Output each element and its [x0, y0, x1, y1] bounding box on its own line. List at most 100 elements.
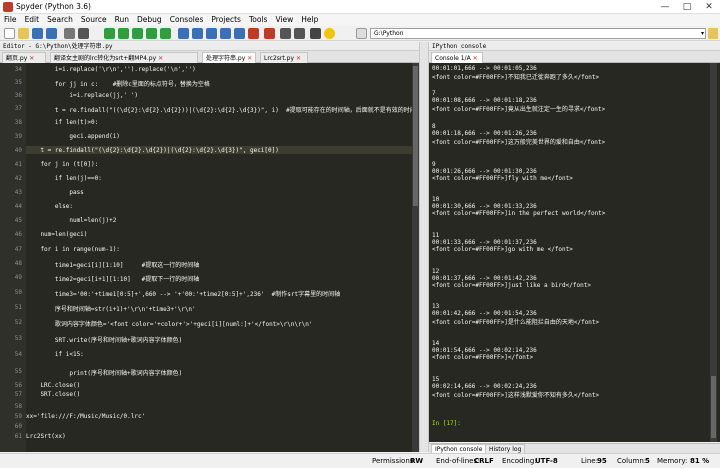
list-icon[interactable] — [78, 28, 89, 39]
line-number: 60 — [14, 423, 22, 430]
code-line: i=i.replace(jj,' ') — [26, 92, 138, 99]
console-tab[interactable]: Console 1/A ✕ — [431, 52, 483, 63]
console-line: <font color=#FF00FF>]不知我已迁徙奔跑了多久</font> — [432, 74, 600, 81]
menu-view[interactable]: View — [271, 14, 297, 26]
close-tab-icon[interactable]: ✕ — [29, 55, 34, 62]
console-prompt[interactable]: In [17]: — [432, 420, 465, 427]
menu-file[interactable]: File — [0, 14, 21, 26]
line-number: 36 — [14, 92, 22, 99]
line-number: 61 — [14, 433, 22, 440]
menu-run[interactable]: Run — [111, 14, 133, 26]
pane-splitter[interactable] — [419, 42, 429, 452]
close-button[interactable]: ✕ — [698, 0, 720, 14]
save-icon[interactable] — [32, 28, 43, 39]
line-number: 53 — [14, 335, 22, 342]
console-line: <font color=#FF00FF>]竟从出生就注定一生的寻求</font> — [432, 106, 606, 113]
tools-icon[interactable] — [310, 28, 321, 39]
run-selection-icon[interactable] — [160, 28, 171, 39]
console-index: 10 — [432, 196, 440, 203]
console-time: 00:01:26,666 --> 00:01:30,236 — [432, 168, 537, 175]
code-line: time2=geci[i+1][1:10] #提取下一行的时间轴 — [26, 276, 200, 283]
browse-folder-icon[interactable] — [708, 28, 718, 39]
console-index: 14 — [432, 340, 440, 347]
working-directory-value: G:\Python — [374, 30, 404, 37]
editor-tab-label: 翻译女主剧的lrc转化为srt+翻MP4.py — [54, 55, 157, 62]
close-tab-icon[interactable]: ✕ — [473, 55, 478, 62]
scrollbar-thumb[interactable] — [413, 66, 418, 206]
code-line: num=len(geci) — [26, 231, 88, 238]
line-number: 56 — [14, 382, 22, 389]
python-icon[interactable] — [324, 28, 335, 39]
console-scrollbar[interactable] — [710, 63, 717, 442]
line-number: 48 — [14, 260, 22, 267]
menu-bar: File Edit Search Source Run Debug Consoles Proj… — [0, 14, 720, 26]
run-cell-advance-icon[interactable] — [146, 28, 157, 39]
editor-scrollbar[interactable] — [412, 63, 419, 452]
chevron-down-icon[interactable]: ▾ — [701, 29, 704, 38]
line-number: 52 — [14, 319, 22, 326]
open-file-icon[interactable] — [18, 28, 29, 39]
menu-debug[interactable]: Debug — [133, 14, 166, 26]
run-cell-icon[interactable] — [132, 28, 143, 39]
console-index: 11 — [432, 232, 440, 239]
minimize-button[interactable]: — — [654, 0, 676, 14]
save-all-icon[interactable] — [46, 28, 57, 39]
editor-tab[interactable]: 翻译女主剧的lrc转化为srt+翻MP4.py ✕ — [50, 52, 198, 63]
column-label: Column: — [617, 457, 647, 465]
line-number: 44 — [14, 203, 22, 210]
editor-tab-active[interactable]: 处理字符串.py ✕ — [202, 52, 256, 63]
editor-pane-header: Editor - G:\Python\处理字符串.py — [0, 42, 419, 51]
continue-icon[interactable] — [234, 28, 245, 39]
menu-consoles[interactable]: Consoles — [166, 14, 208, 26]
line-number: 41 — [14, 161, 22, 168]
console-line: <font color=#FF00FF>]go with me </font> — [432, 246, 573, 253]
editor-tab-label: 处理字符串.py — [206, 55, 246, 62]
spyder-app-icon — [3, 2, 13, 12]
console-pane-header: IPython console — [429, 42, 720, 51]
console-line: <font color=#FF00FF>]fly with me</font> — [432, 175, 573, 182]
console-time: 00:01:01,666 --> 00:01:05,236 — [432, 65, 537, 72]
step-icon[interactable] — [192, 28, 203, 39]
console-tab-label: Console 1/A — [435, 55, 471, 62]
code-line: for jj in c: #删除c里面的标点符号，替换为空格 — [26, 81, 210, 88]
stop-icon[interactable] — [264, 28, 275, 39]
step-return-icon[interactable] — [220, 28, 231, 39]
code-editor[interactable]: 34 i=i.replace('\r\n','').replace('\n','… — [0, 63, 419, 452]
code-line: 歌词内容字体颜色='<font color='+color+'>'+geci[i… — [26, 321, 313, 328]
close-tab-icon[interactable]: ✕ — [247, 55, 252, 62]
menu-tools[interactable]: Tools — [245, 14, 271, 26]
editor-tab-label: 翻页.py — [6, 55, 28, 62]
line-number: 42 — [14, 175, 22, 182]
scrollbar-thumb[interactable] — [711, 376, 716, 438]
new-file-icon[interactable] — [4, 28, 15, 39]
maximize-button[interactable]: □ — [676, 0, 698, 14]
editor-tab[interactable]: Lrc2srt.py ✕ — [260, 52, 308, 63]
console-index: 15 — [432, 376, 440, 383]
console-output[interactable]: 00:01:01,666 --> 00:01:05,236 <font colo… — [429, 63, 720, 442]
menu-edit[interactable]: Edit — [21, 14, 44, 26]
editor-tab[interactable]: 翻页.py ✕ — [2, 52, 46, 63]
code-line: t = re.findall("((\d{2}:\d{2}.\d{2}))|(\… — [26, 107, 416, 114]
code-line: numl=len(j)+2 — [26, 217, 117, 224]
menu-help[interactable]: Help — [297, 14, 322, 26]
close-tab-icon[interactable]: ✕ — [158, 55, 163, 62]
working-directory-input[interactable]: G:\Python ▾ — [370, 28, 706, 39]
debug-icon[interactable] — [178, 28, 189, 39]
menu-source[interactable]: Source — [77, 14, 111, 26]
fullscreen-icon[interactable] — [280, 28, 291, 39]
code-line: time3='00:'+time1[0:5]+',660 --> '+'00:'… — [26, 291, 341, 298]
console-index: 13 — [432, 303, 440, 310]
run-icon[interactable] — [104, 28, 115, 39]
maximize-pane-icon[interactable] — [294, 28, 305, 39]
title-bar: Spyder (Python 3.6) — □ ✕ — [0, 0, 720, 14]
menu-projects[interactable]: Projects — [207, 14, 245, 26]
at-icon[interactable] — [64, 28, 75, 39]
memory-label: Memory: — [657, 457, 688, 465]
menu-search[interactable]: Search — [43, 14, 77, 26]
code-line: else: — [26, 203, 73, 210]
step-into-icon[interactable] — [206, 28, 217, 39]
run-file-icon[interactable] — [118, 28, 129, 39]
close-tab-icon[interactable]: ✕ — [296, 55, 301, 62]
line-number: 34 — [14, 66, 22, 73]
stop-debug-icon[interactable] — [248, 28, 259, 39]
